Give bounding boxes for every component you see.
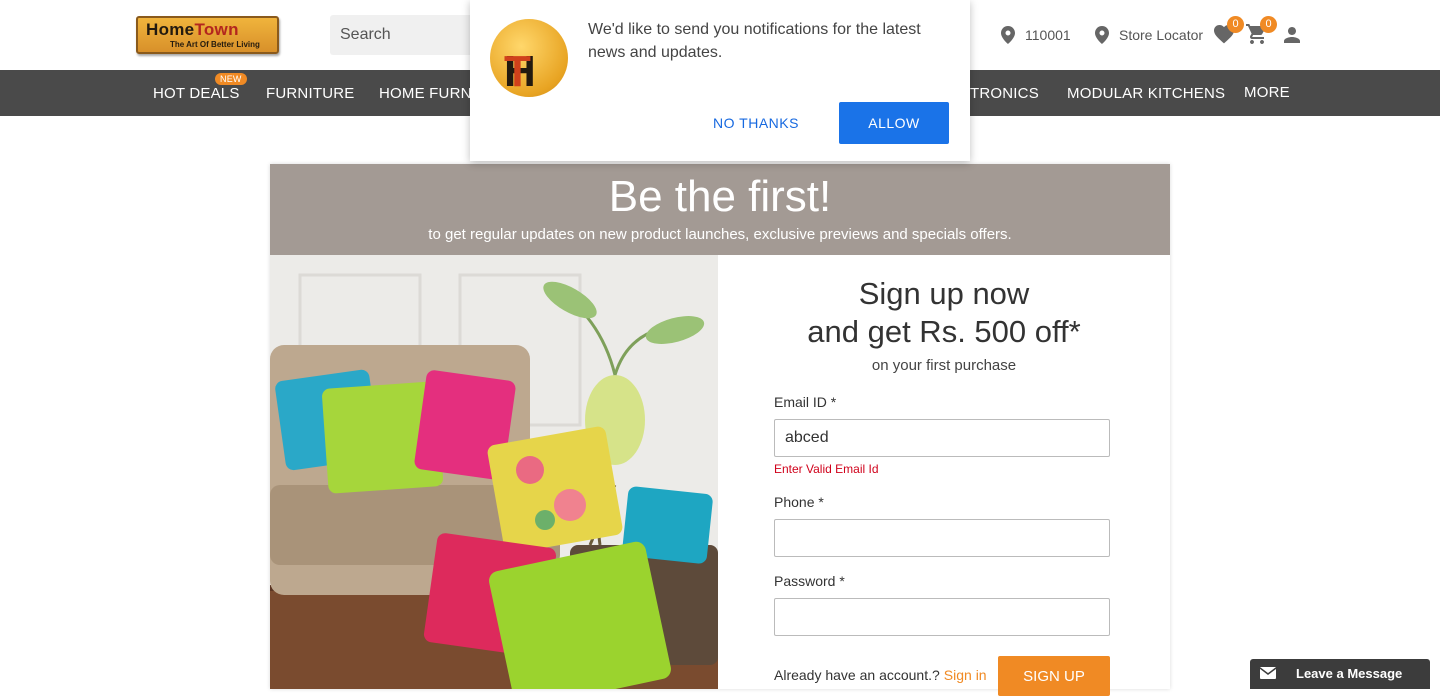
email-error-message: Enter Valid Email Id	[774, 462, 879, 476]
leave-message-widget[interactable]: Leave a Message	[1250, 659, 1430, 689]
user-icon	[1284, 27, 1300, 43]
pincode-text: 110001	[1025, 27, 1071, 43]
notification-permission-popup: HT We'd like to send you notifications f…	[470, 0, 970, 161]
notification-message: We'd like to send you notifications for …	[588, 21, 921, 61]
nav-item-electronics[interactable]: TRONICS	[970, 70, 1039, 116]
pincode-selector[interactable]: 110001	[1001, 25, 1071, 45]
signup-heading: Sign up now and get Rs. 500 off*	[807, 276, 1081, 349]
new-badge: NEW	[215, 73, 247, 85]
password-input[interactable]	[775, 599, 1109, 635]
store-locator-link[interactable]: Store Locator	[1095, 25, 1203, 45]
location-pin-icon	[1001, 26, 1015, 44]
sign-in-link[interactable]: Sign in	[944, 667, 987, 683]
phone-input[interactable]	[775, 520, 1109, 556]
signup-subheading: on your first purchase	[871, 357, 1017, 374]
already-account-text: Already have an account.? Sign in	[774, 667, 987, 683]
hometown-logo[interactable]: HomeTown The Art Of Better Living	[136, 16, 279, 54]
cart-count-badge: 0	[1260, 16, 1277, 33]
nav-item-furniture[interactable]: FURNITURE	[266, 70, 354, 116]
password-field[interactable]	[774, 598, 1110, 636]
location-pin-icon	[1095, 26, 1109, 44]
envelope-icon	[1260, 667, 1276, 679]
nav-item-hot-deals[interactable]: HOT DEALS NEW	[153, 70, 247, 116]
cart-button[interactable]: 0	[1245, 16, 1277, 48]
email-label: Email ID *	[774, 394, 837, 410]
email-field[interactable]	[774, 419, 1110, 457]
banner-subtitle: to get regular updates on new product la…	[428, 226, 1012, 243]
email-input[interactable]	[775, 420, 1109, 456]
store-locator-label: Store Locator	[1119, 27, 1204, 43]
ht-app-icon: HT	[490, 19, 568, 97]
password-label: Password *	[774, 573, 845, 589]
leave-message-label: Leave a Message	[1296, 666, 1403, 681]
promo-banner: Be the first! to get regular updates on …	[270, 164, 1170, 255]
signup-form: Sign up now and get Rs. 500 off* on your …	[718, 255, 1170, 696]
nav-item-more[interactable]: MORE	[1244, 70, 1290, 116]
allow-button[interactable]: ALLOW	[839, 102, 949, 144]
phone-field[interactable]	[774, 519, 1110, 557]
account-button[interactable]	[1280, 23, 1306, 49]
phone-label: Phone *	[774, 494, 824, 510]
wishlist-count-badge: 0	[1227, 16, 1244, 33]
wishlist-button[interactable]: 0	[1212, 16, 1244, 48]
nav-item-modular-kitchens[interactable]: MODULAR KITCHENS	[1067, 70, 1225, 116]
logo-tagline: The Art Of Better Living	[170, 40, 260, 49]
sofa-illustration	[270, 255, 718, 689]
sign-up-button[interactable]: SIGN UP	[998, 656, 1110, 696]
logo-wordmark: HomeTown	[146, 20, 239, 39]
no-thanks-button[interactable]: NO THANKS	[699, 103, 813, 143]
sofa-cushions-photo	[270, 255, 718, 689]
banner-title: Be the first!	[608, 172, 832, 221]
signup-panel: Be the first! to get regular updates on …	[270, 164, 1170, 696]
